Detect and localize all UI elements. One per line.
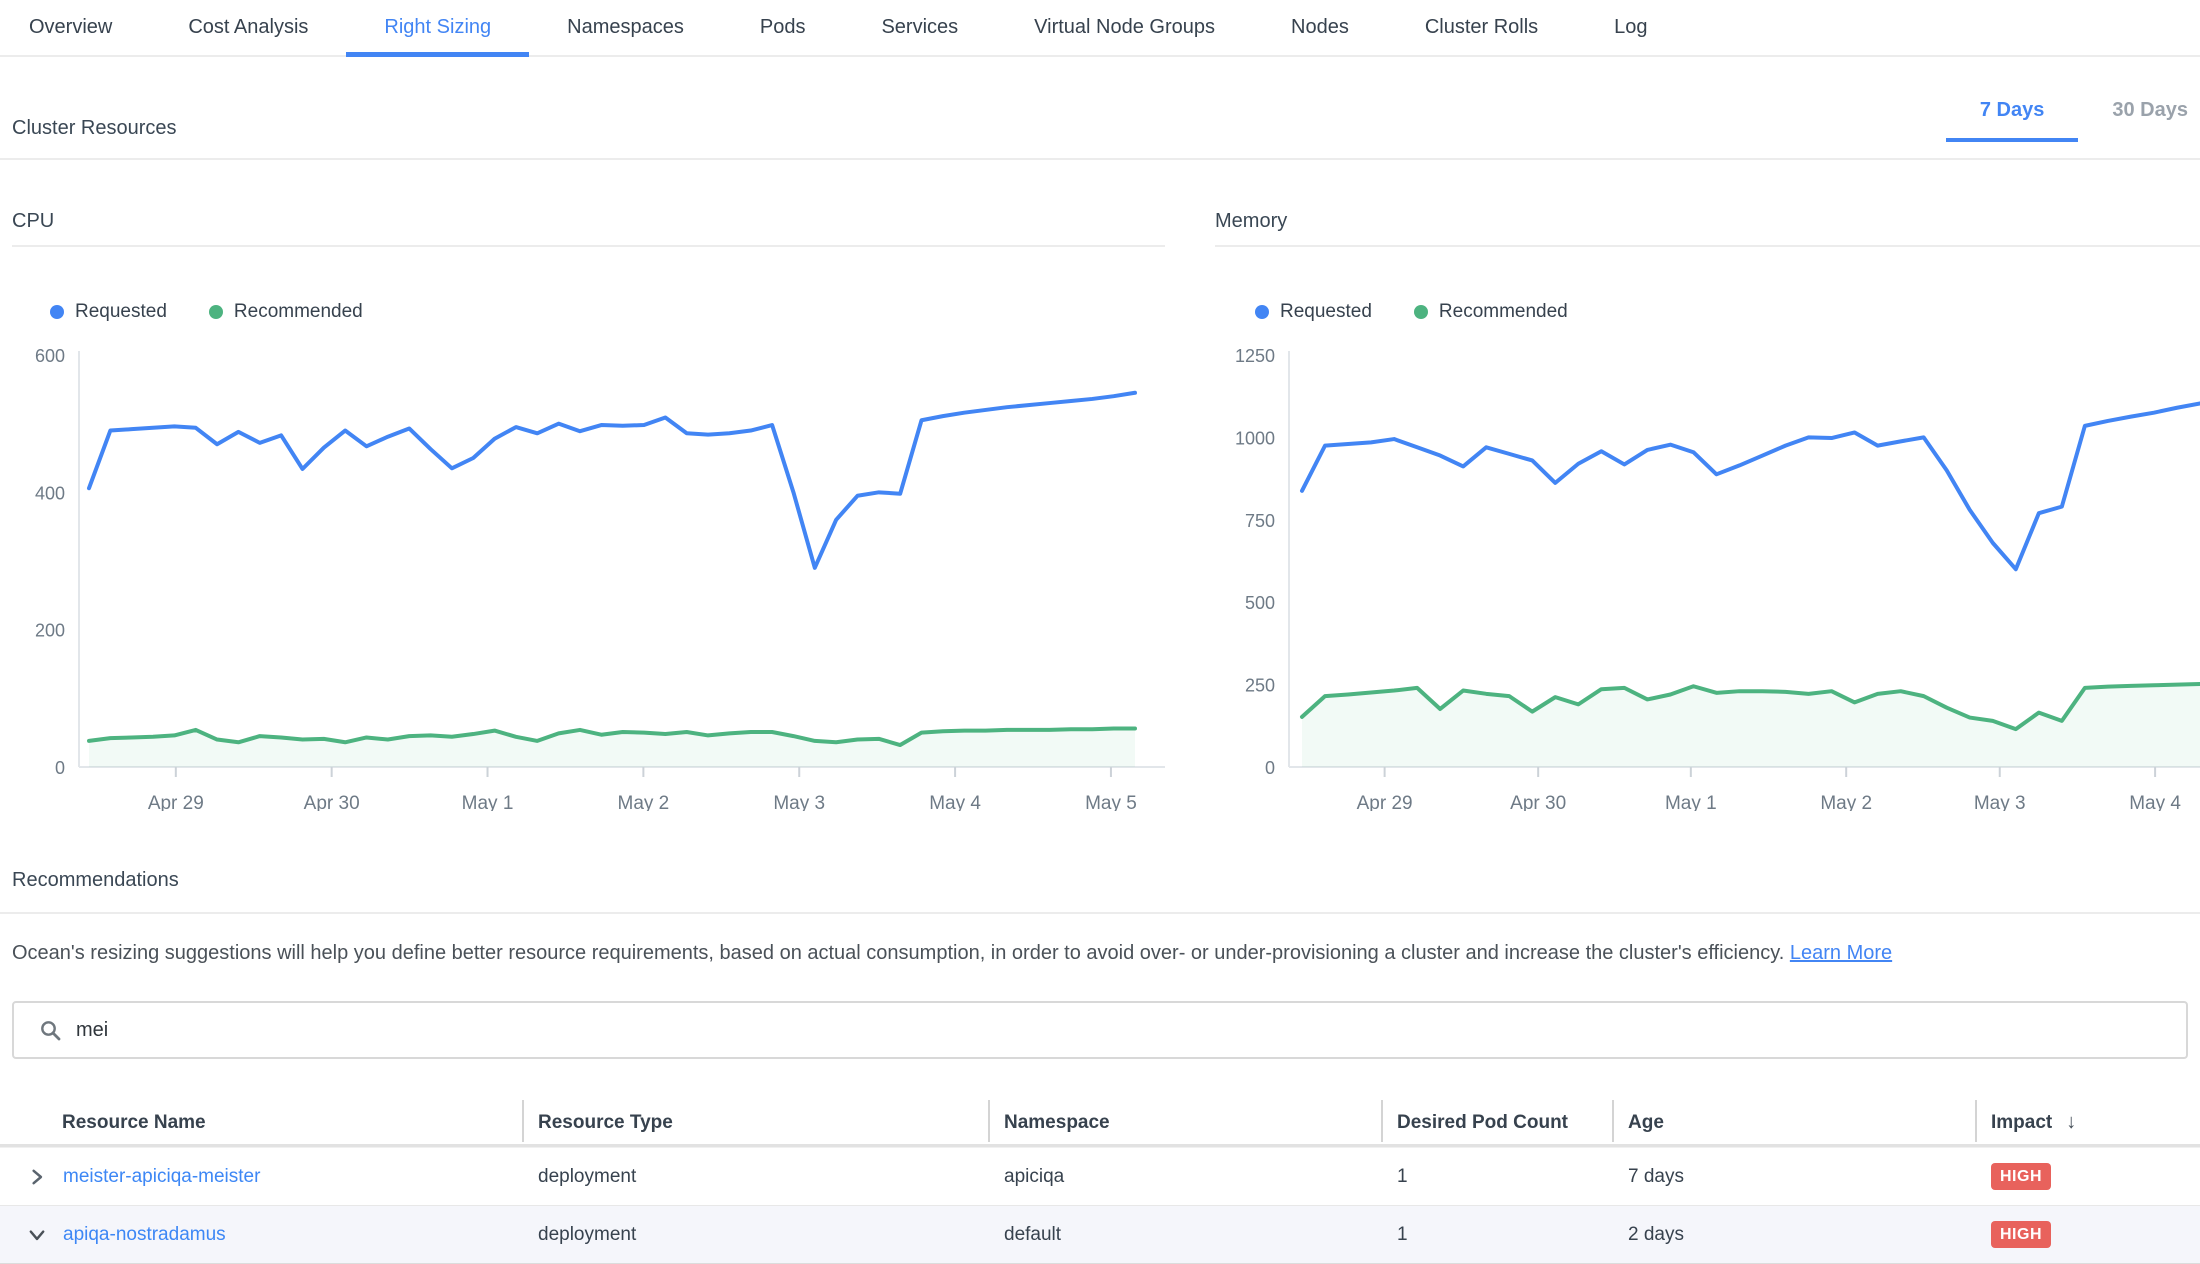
period-30-days[interactable]: 30 Days [2078, 99, 2200, 140]
tab-nodes[interactable]: Nodes [1253, 0, 1387, 55]
memory-chart-title: Memory [1215, 210, 2200, 247]
desired-pod-count-cell: 1 [1381, 1224, 1612, 1246]
resource-type-cell: deployment [522, 1224, 988, 1246]
column-header-resource-name[interactable]: Resource Name [0, 1101, 522, 1144]
svg-text:May 4: May 4 [2129, 793, 2181, 811]
search-input[interactable] [76, 1019, 2186, 1042]
tab-cluster-rolls[interactable]: Cluster Rolls [1387, 0, 1576, 55]
svg-text:Apr 30: Apr 30 [1510, 793, 1566, 811]
period-toggle: 7 Days 30 Days [1946, 99, 2200, 140]
namespace-cell: default [988, 1224, 1381, 1246]
impact-high-badge: HIGH [1991, 1163, 2051, 1190]
recommendations-title: Recommendations [12, 869, 2200, 892]
requested-dot-icon [1255, 305, 1269, 319]
column-header-desired-pod-count[interactable]: Desired Pod Count [1381, 1101, 1612, 1144]
impact-high-badge: HIGH [1991, 1221, 2051, 1248]
cpu-chart-legend: Requested Recommended [50, 301, 1165, 323]
memory-chart-section: Memory Requested Recommended 0 250 500 750 1… [1215, 210, 2200, 811]
table-row[interactable]: meister-apiciqa-meister deployment apici… [0, 1147, 2200, 1206]
column-header-age[interactable]: Age [1612, 1101, 1975, 1144]
chevron-right-icon[interactable] [28, 1168, 46, 1186]
cpu-chart-section: CPU Requested Recommended 0 200 400 600 Apr … [12, 210, 1165, 811]
svg-text:600: 600 [35, 346, 65, 366]
svg-text:May 1: May 1 [1665, 793, 1717, 811]
cpu-chart: 0 200 400 600 Apr 29 Apr 30 May 1 May 2 May 3 May… [12, 341, 1165, 811]
resource-name-link[interactable]: apiqa-nostradamus [63, 1224, 226, 1246]
charts-row: CPU Requested Recommended 0 200 400 600 Apr … [0, 210, 2200, 811]
learn-more-link[interactable]: Learn More [1790, 942, 1892, 964]
tab-right-sizing[interactable]: Right Sizing [346, 0, 529, 55]
svg-text:May 3: May 3 [1974, 793, 2026, 811]
svg-text:May 4: May 4 [929, 793, 981, 811]
recommendations-header: Recommendations [0, 869, 2200, 914]
column-header-impact[interactable]: Impact ↓ [1975, 1101, 2200, 1144]
table-header: Resource Name Resource Type Namespace De… [0, 1101, 2200, 1147]
memory-chart-legend: Requested Recommended [1255, 301, 2200, 323]
svg-text:Apr 30: Apr 30 [304, 793, 360, 811]
table-row[interactable]: apiqa-nostradamus deployment default 1 2… [0, 1206, 2200, 1264]
requested-dot-icon [50, 305, 64, 319]
svg-text:250: 250 [1245, 676, 1275, 696]
impact-cell: HIGH [1975, 1221, 2200, 1248]
legend-recommended: Recommended [209, 301, 363, 323]
tab-log[interactable]: Log [1576, 0, 1685, 55]
svg-text:400: 400 [35, 483, 65, 503]
svg-text:1250: 1250 [1235, 346, 1275, 366]
resource-type-cell: deployment [522, 1166, 988, 1188]
resource-name-link[interactable]: meister-apiciqa-meister [63, 1166, 260, 1188]
desired-pod-count-cell: 1 [1381, 1166, 1612, 1188]
top-nav: Overview Cost Analysis Right Sizing Name… [0, 0, 2200, 57]
svg-text:May 2: May 2 [618, 793, 670, 811]
svg-text:1000: 1000 [1235, 428, 1275, 448]
recommendations-description: Ocean's resizing suggestions will help y… [12, 940, 2188, 966]
tab-overview[interactable]: Overview [0, 0, 150, 55]
age-cell: 7 days [1612, 1166, 1975, 1188]
svg-text:500: 500 [1245, 593, 1275, 613]
svg-text:May 3: May 3 [773, 793, 825, 811]
tab-virtual-node-groups[interactable]: Virtual Node Groups [996, 0, 1253, 55]
period-7-days[interactable]: 7 Days [1946, 99, 2079, 140]
namespace-cell: apiciqa [988, 1166, 1381, 1188]
svg-text:May 1: May 1 [462, 793, 514, 811]
cpu-chart-title: CPU [12, 210, 1165, 247]
tab-pods[interactable]: Pods [722, 0, 844, 55]
tab-namespaces[interactable]: Namespaces [529, 0, 722, 55]
legend-requested: Requested [50, 301, 167, 323]
impact-cell: HIGH [1975, 1163, 2200, 1190]
recommended-dot-icon [1414, 305, 1428, 319]
svg-text:750: 750 [1245, 511, 1275, 531]
sort-descending-icon[interactable]: ↓ [2066, 1111, 2076, 1134]
search-box[interactable] [12, 1001, 2188, 1059]
memory-chart: 0 250 500 750 1000 1250 Apr 29 Apr 30 May 1 May 2… [1215, 341, 2200, 811]
tab-services[interactable]: Services [843, 0, 996, 55]
svg-text:May 2: May 2 [1820, 793, 1872, 811]
legend-requested: Requested [1255, 301, 1372, 323]
column-header-namespace[interactable]: Namespace [988, 1101, 1381, 1144]
svg-text:0: 0 [1265, 758, 1275, 778]
svg-text:0: 0 [55, 758, 65, 778]
cluster-resources-header: Cluster Resources 7 Days 30 Days [0, 99, 2200, 160]
tab-cost-analysis[interactable]: Cost Analysis [150, 0, 346, 55]
svg-text:May 5: May 5 [1085, 793, 1137, 811]
recommended-dot-icon [209, 305, 223, 319]
search-icon [40, 1020, 61, 1041]
legend-recommended: Recommended [1414, 301, 1568, 323]
svg-text:200: 200 [35, 621, 65, 641]
svg-text:Apr 29: Apr 29 [148, 793, 204, 811]
age-cell: 2 days [1612, 1224, 1975, 1246]
chevron-down-icon[interactable] [28, 1226, 46, 1244]
column-header-resource-type[interactable]: Resource Type [522, 1101, 988, 1144]
svg-text:Apr 29: Apr 29 [1357, 793, 1413, 811]
cluster-resources-title: Cluster Resources [12, 117, 177, 140]
